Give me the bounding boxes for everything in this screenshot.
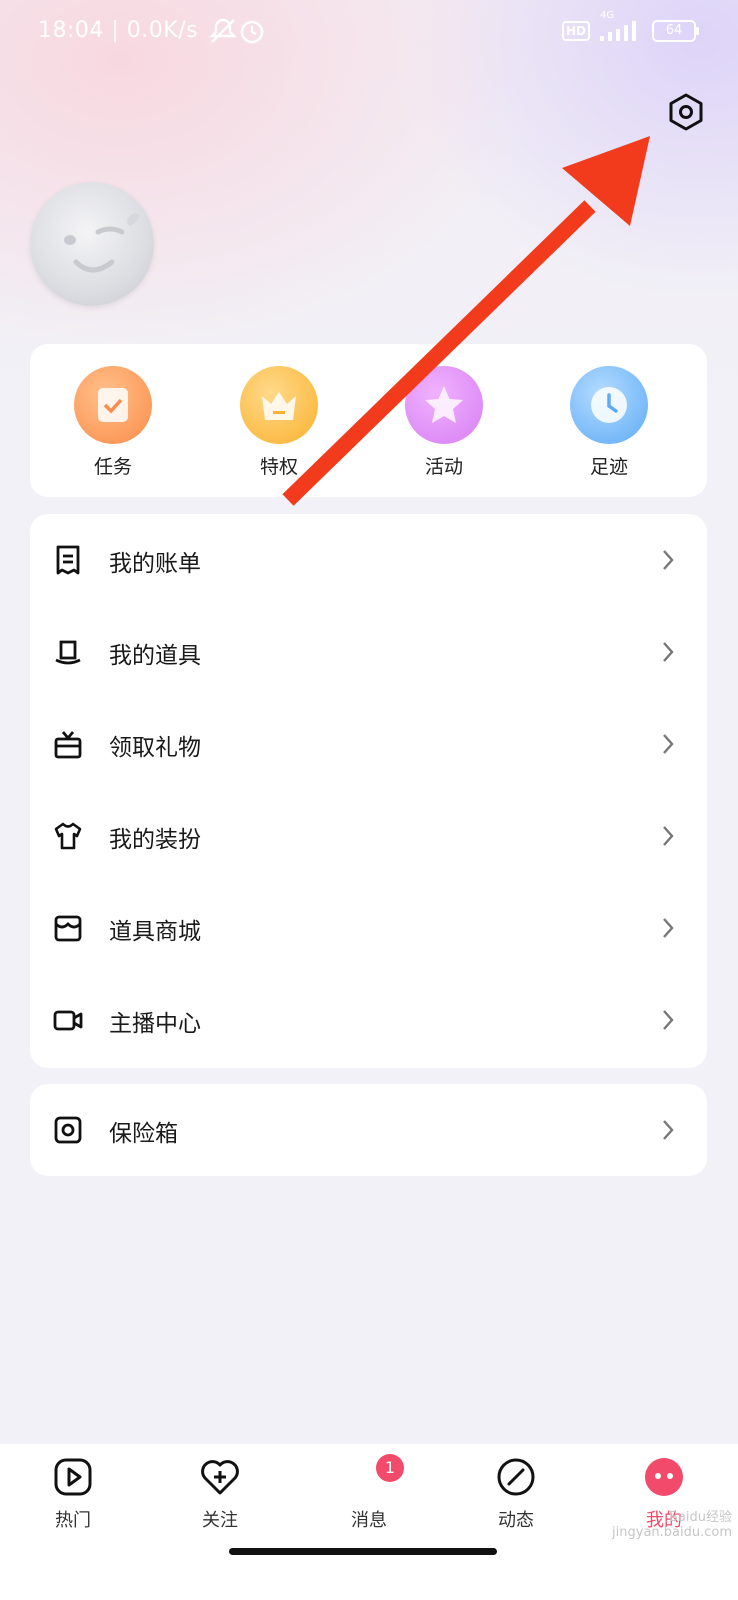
quick-item-privilege[interactable]: 特权 [229,366,329,479]
status-icons [206,16,266,52]
menu-item-gifts[interactable]: 领取礼物 [30,698,707,790]
menu-label: 我的道具 [109,643,201,669]
avatar[interactable] [30,182,154,306]
signal-icon: 4G [598,10,644,42]
play-icon [54,1458,92,1496]
video-camera-icon [53,1010,83,1031]
menu-item-anchor-center[interactable]: 主播中心 [30,974,707,1066]
hat-icon [55,640,81,665]
mute-alarm-icon [209,18,264,44]
menu-item-store[interactable]: 道具商城 [30,882,707,974]
crown-icon [240,366,318,444]
star-icon [405,366,483,444]
menu-label: 道具商城 [109,919,201,945]
chevron-right-icon [663,550,674,570]
tab-label: 热门 [55,1510,91,1531]
menu-item-bills[interactable]: 我的账单 [30,514,707,606]
message-badge: 1 [376,1454,404,1482]
clock-icon [570,366,648,444]
status-right: HD 4G 64 [561,10,699,42]
menu-label: 领取礼物 [109,735,201,761]
chevron-right-icon [663,826,674,846]
wink-face-icon [64,213,140,273]
settings-button[interactable] [666,92,706,132]
tab-messages[interactable]: 消息 [324,1502,414,1532]
gift-icon [54,731,82,759]
status-time: 18:04 | 0.0K/s [38,18,199,43]
slash-circle-icon [497,1458,535,1496]
quick-item-activity[interactable]: 活动 [394,366,494,479]
safe-box-card[interactable]: 保险箱 [30,1084,707,1176]
battery-indicator: 64 [652,20,699,42]
quick-item-task[interactable]: 任务 [63,366,163,479]
status-bar: 18:04 | 0.0K/s HD 4G 64 [0,10,738,52]
watermark: Baidu经验 jingyan.baidu.com [612,1510,732,1540]
quick-actions-card: 任务 特权 活动 足迹 [30,344,707,497]
task-clipboard-icon [74,366,152,444]
chevron-right-icon [663,1120,674,1140]
tab-label: 消息 [351,1510,387,1531]
quick-label: 特权 [259,456,298,478]
quick-label: 活动 [424,456,463,478]
safe-box-label: 保险箱 [109,1121,178,1147]
chevron-right-icon [663,1010,674,1030]
heart-plus-icon [201,1460,239,1495]
tab-label: 动态 [498,1510,534,1531]
chevron-right-icon [663,642,674,662]
quick-item-footprint[interactable]: 足迹 [559,366,659,479]
home-indicator[interactable] [229,1548,497,1555]
menu-label: 我的装扮 [109,827,201,853]
menu-label: 主播中心 [109,1011,201,1037]
receipt-icon [56,545,80,575]
tshirt-icon [54,822,82,850]
quick-label: 足迹 [589,456,628,478]
chevron-right-icon [663,734,674,754]
safe-icon [54,1116,82,1144]
hd-badge: HD [561,21,590,41]
tab-moments[interactable]: 动态 [471,1456,561,1532]
tab-label: 关注 [202,1510,238,1531]
chevron-right-icon [663,918,674,938]
tab-hot[interactable]: 热门 [28,1456,118,1532]
face-icon [645,1458,683,1496]
quick-label: 任务 [93,456,132,478]
menu-item-props[interactable]: 我的道具 [30,606,707,698]
menu-label: 我的账单 [109,551,201,577]
menu-card: 我的账单 我的道具 领取礼物 我的装扮 道具商城 主播中心 [30,514,707,1068]
hexagon-gear-icon [669,93,703,131]
menu-item-outfits[interactable]: 我的装扮 [30,790,707,882]
store-icon [54,915,82,942]
network-label: 4G [600,10,615,21]
tab-follow[interactable]: 关注 [175,1456,265,1532]
